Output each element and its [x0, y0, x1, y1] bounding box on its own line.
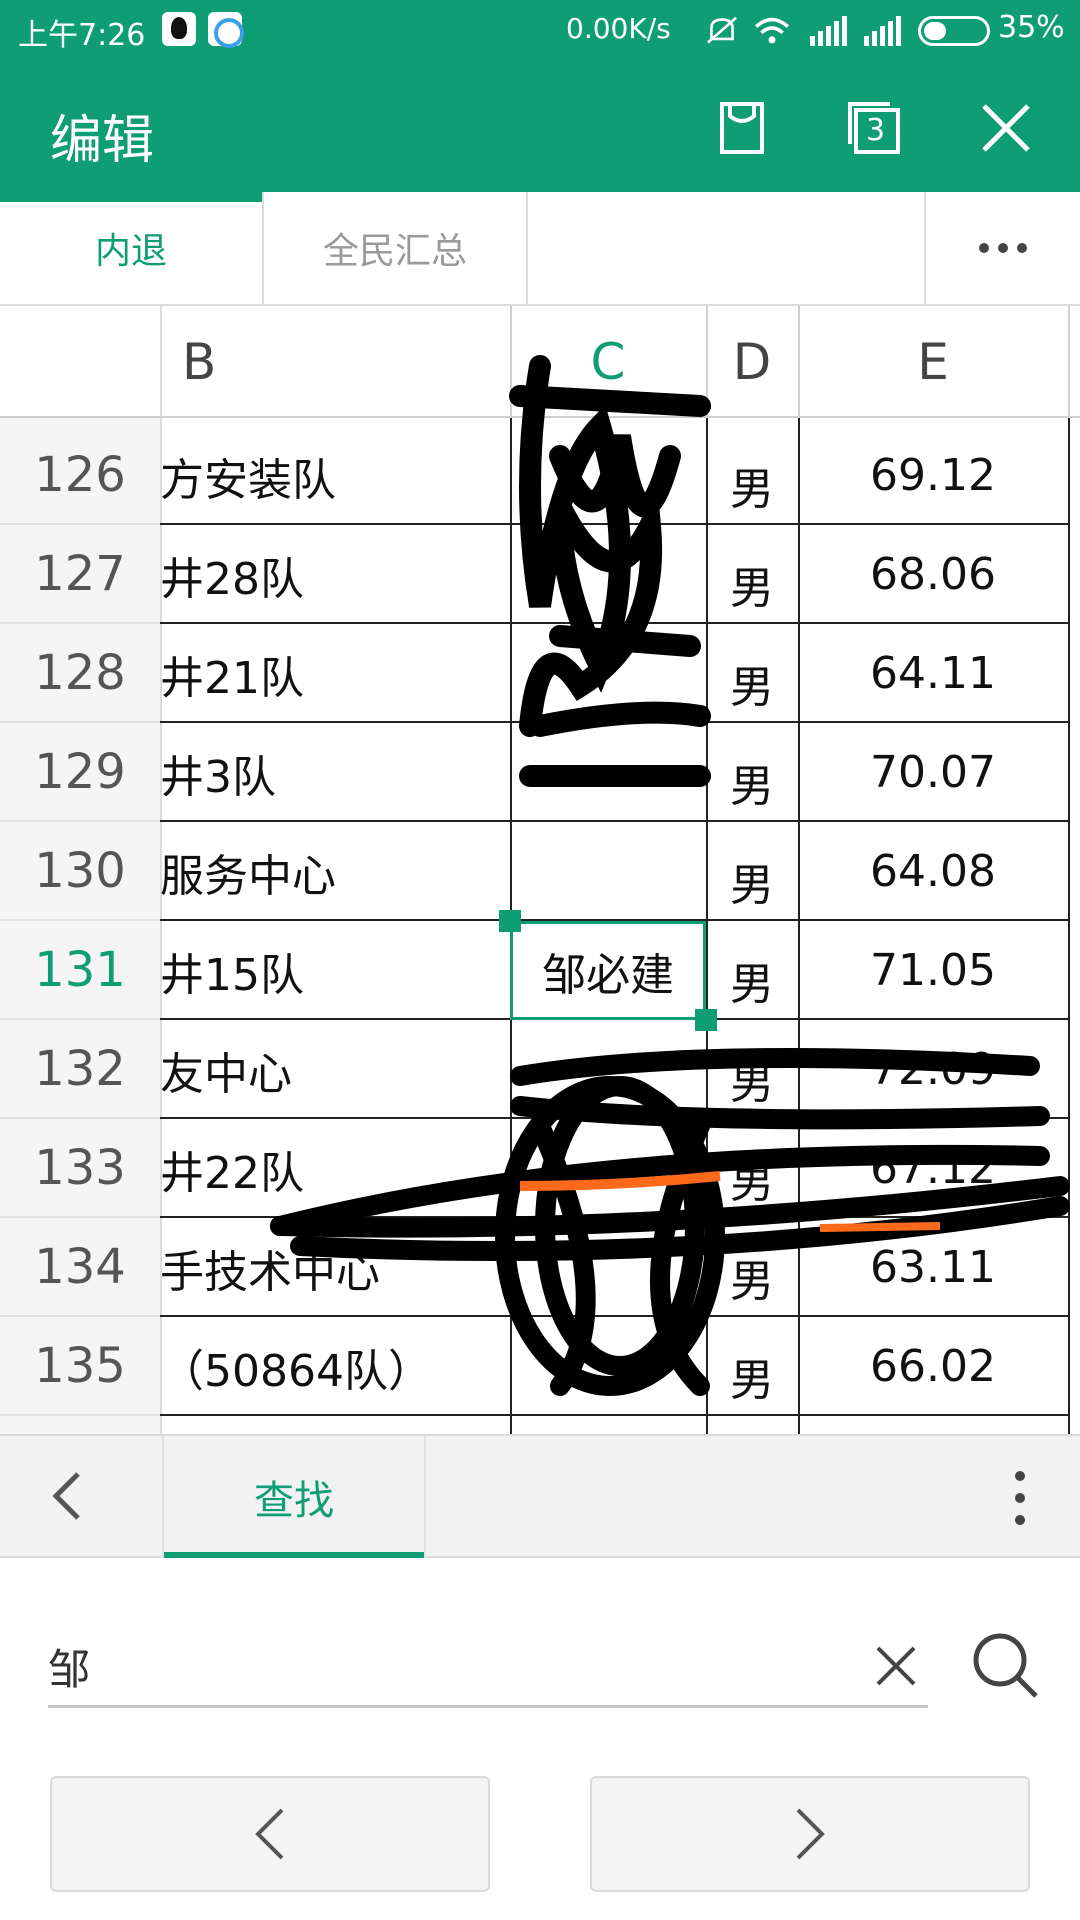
find-next-button[interactable] [590, 1776, 1030, 1892]
back-arrow-icon[interactable] [40, 1466, 100, 1526]
qq-icon [162, 12, 196, 46]
search-field [48, 1628, 928, 1708]
tab-find[interactable]: 查找 [162, 1436, 426, 1558]
sheet-tabs: 内退 全民汇总 [0, 192, 1080, 306]
app-bar: 编辑 3 [0, 62, 1080, 192]
chevron-left-icon [255, 1808, 284, 1860]
tab-quanmin-huizong[interactable]: 全民汇总 [264, 192, 528, 304]
browser-icon [208, 12, 244, 48]
signal-icon-2 [864, 16, 901, 46]
search-input[interactable] [48, 1628, 808, 1704]
close-icon[interactable] [974, 96, 1038, 160]
status-time: 上午7:26 [18, 18, 146, 53]
wifi-icon [754, 17, 790, 44]
chevron-right-icon [796, 1808, 825, 1860]
mute-icon [707, 16, 737, 44]
window-count: 3 [866, 113, 886, 148]
search-icon[interactable] [970, 1630, 1040, 1700]
save-icon[interactable] [710, 96, 774, 160]
find-tab-label: 查找 [254, 1478, 334, 1524]
battery-icon [918, 16, 990, 46]
spreadsheet-grid[interactable]: B C D E 126 方安装队男 69.12 127 井28队男 68.06 128 井21… [0, 306, 1080, 1434]
network-speed: 0.00K/s [566, 12, 671, 45]
battery-percent: 35% [998, 10, 1065, 45]
tab-label: 内退 [94, 231, 167, 272]
panel-tab-bar: 查找 [0, 1434, 1080, 1558]
clear-icon[interactable] [868, 1638, 924, 1694]
more-horizontal-icon [979, 243, 1027, 253]
redaction-scribble [270, 355, 1070, 1396]
find-panel: 查找 [0, 1434, 1080, 1920]
signal-icon-1 [810, 16, 847, 46]
windows-count-icon[interactable]: 3 [842, 96, 906, 160]
status-bar: 上午7:26 0.00K/s 35% [0, 0, 1080, 62]
more-tabs-button[interactable] [924, 192, 1080, 304]
tab-neitui[interactable]: 内退 [0, 192, 264, 304]
page-title: 编辑 [50, 111, 155, 171]
more-vertical-icon[interactable] [1010, 1468, 1030, 1528]
find-previous-button[interactable] [50, 1776, 490, 1892]
tab-label: 全民汇总 [322, 231, 467, 272]
